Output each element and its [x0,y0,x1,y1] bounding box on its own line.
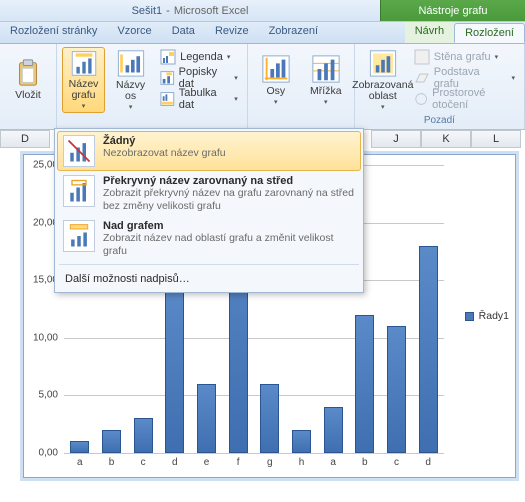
rotation-3d-button: Prostorové otočení [410,89,519,109]
paste-button[interactable]: Vložit [5,47,51,113]
x-tick-label: e [204,457,210,468]
chart-title-menu: Žádný Nezobrazovat název grafu Překryvný… [54,128,364,293]
x-tick-label: h [299,457,305,468]
bar[interactable] [165,280,184,453]
menu-item-overlay[interactable]: Překryvný název zarovnaný na střed Zobra… [57,171,361,216]
menu-item-above[interactable]: Nad grafem Zobrazit název nad oblastí gr… [57,216,361,261]
menu-more-options[interactable]: Další možnosti nadpisů… [57,268,361,290]
doc-title: Sešit1 [132,5,163,17]
tab-formulas[interactable]: Vzorce [107,22,161,43]
tab-review[interactable]: Revize [205,22,259,43]
ribbon-tabs: Rozložení stránky Vzorce Data Revize Zob… [0,22,525,44]
above-icon [63,220,95,252]
axis-titles-button[interactable]: Názvy os ▾ [109,47,152,113]
app-title: Microsoft Excel [174,5,249,17]
chart-wall-button: Stěna grafu▾ [410,47,519,67]
x-tick-label: c [394,457,399,468]
x-tick-label: a [330,457,336,468]
y-tick-label: 0,00 [39,448,58,459]
bar[interactable] [355,315,374,453]
x-tick-label: g [267,457,273,468]
x-tick-label: c [141,457,146,468]
chart-floor-button: Podstava grafu▾ [410,68,519,88]
axes-button[interactable]: Osy▾ [253,47,299,113]
bar[interactable] [70,441,89,453]
data-labels-icon [160,70,175,86]
bar[interactable] [134,418,153,453]
title-sep: - [166,5,170,17]
tab-page-layout[interactable]: Rozložení stránky [0,22,107,43]
plot-area-icon [368,49,398,78]
overlay-icon [63,175,95,207]
chart-title-button[interactable]: Název grafu ▾ [62,47,105,113]
data-table-button[interactable]: Tabulka dat▾ [156,89,242,109]
tab-design[interactable]: Návrh [405,22,454,43]
legend-label: Řady1 [479,310,509,322]
bar[interactable] [324,407,343,453]
bar[interactable] [292,430,311,453]
y-tick-label: 5,00 [39,390,58,401]
legend-button[interactable]: Legenda▾ [156,47,242,67]
data-labels-button[interactable]: Popisky dat▾ [156,68,242,88]
legend-swatch [465,312,474,321]
tab-data[interactable]: Data [162,22,205,43]
x-tick-label: f [237,457,240,468]
context-title: Nástroje grafu [380,0,525,21]
tab-layout[interactable]: Rozložení [454,23,525,43]
x-tick-label: d [172,457,178,468]
rotation-icon [414,91,428,107]
x-tick-label: b [362,457,368,468]
legend-icon [160,49,176,65]
axis-titles-icon [116,49,146,78]
bar[interactable] [260,384,279,453]
axes-icon [261,54,291,84]
bar[interactable] [197,384,216,453]
bar[interactable] [387,326,406,453]
col-header[interactable]: J [371,130,421,148]
col-header[interactable]: L [471,130,521,148]
tab-view[interactable]: Zobrazení [259,22,329,43]
gridlines-button[interactable]: Mřížka▾ [303,47,349,113]
plot-area-button[interactable]: Zobrazovaná oblast▾ [360,47,406,113]
col-header[interactable]: D [0,130,50,148]
none-icon [63,135,95,167]
bar[interactable] [102,430,121,453]
ribbon: Vložit Název grafu ▾ Názvy os ▾ Legenda▾ [0,44,525,130]
col-header[interactable]: K [421,130,471,148]
bar[interactable] [419,246,438,453]
gridlines-icon [311,54,341,84]
x-tick-label: a [77,457,83,468]
wall-icon [414,49,430,65]
x-tick-label: d [425,457,431,468]
chart-title-icon [69,50,99,77]
y-tick-label: 10,00 [33,332,58,343]
dropdown-icon: ▾ [82,102,86,110]
menu-item-none[interactable]: Žádný Nezobrazovat název grafu [57,131,361,171]
chart-legend[interactable]: Řady1 [465,310,509,322]
data-table-icon [160,91,175,107]
floor-icon [414,70,430,86]
x-tick-label: b [109,457,115,468]
clipboard-icon [13,58,43,88]
group-label-background: Pozadí [360,115,519,127]
